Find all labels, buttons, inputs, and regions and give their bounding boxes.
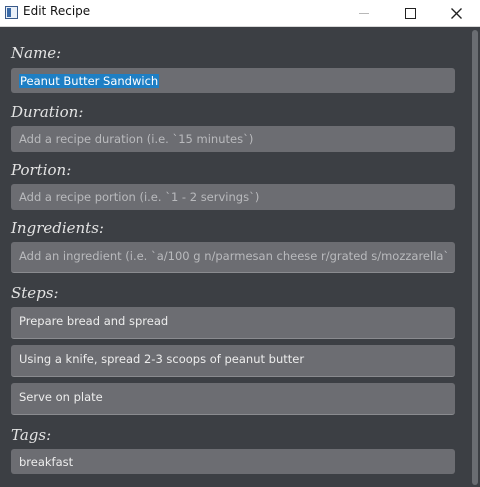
- name-input-value: Peanut Butter Sandwich: [19, 73, 160, 88]
- minimize-icon: [359, 12, 369, 14]
- name-label: Name:: [11, 44, 62, 62]
- close-button[interactable]: [434, 0, 478, 26]
- tag-input[interactable]: breakfast: [11, 449, 455, 474]
- step-input[interactable]: Using a knife, spread 2-3 scoops of pean…: [11, 345, 455, 377]
- steps-label: Steps:: [11, 284, 59, 302]
- minimize-button[interactable]: [342, 0, 386, 26]
- step-input[interactable]: Serve on plate: [11, 383, 455, 415]
- app-window-icon: [5, 6, 18, 19]
- step-input[interactable]: Prepare bread and spread: [11, 307, 455, 339]
- maximize-button[interactable]: [388, 0, 432, 26]
- title-bar: Edit Recipe: [0, 0, 480, 27]
- tags-label: Tags:: [11, 426, 52, 444]
- duration-input[interactable]: Add a recipe duration (i.e. `15 minutes`…: [11, 126, 455, 152]
- scrollbar-thumb[interactable]: [472, 30, 478, 485]
- portion-input[interactable]: Add a recipe portion (i.e. `1 - 2 servin…: [11, 184, 455, 210]
- ingredients-label: Ingredients:: [11, 219, 104, 237]
- name-input[interactable]: Peanut Butter Sandwich: [11, 68, 455, 93]
- portion-label: Portion:: [11, 161, 72, 179]
- window-title: Edit Recipe: [23, 4, 91, 18]
- ingredient-input[interactable]: Add an ingredient (i.e. `a/100 g n/parme…: [11, 242, 455, 273]
- close-icon: [450, 7, 462, 19]
- duration-label: Duration:: [11, 103, 84, 121]
- maximize-icon: [404, 7, 416, 19]
